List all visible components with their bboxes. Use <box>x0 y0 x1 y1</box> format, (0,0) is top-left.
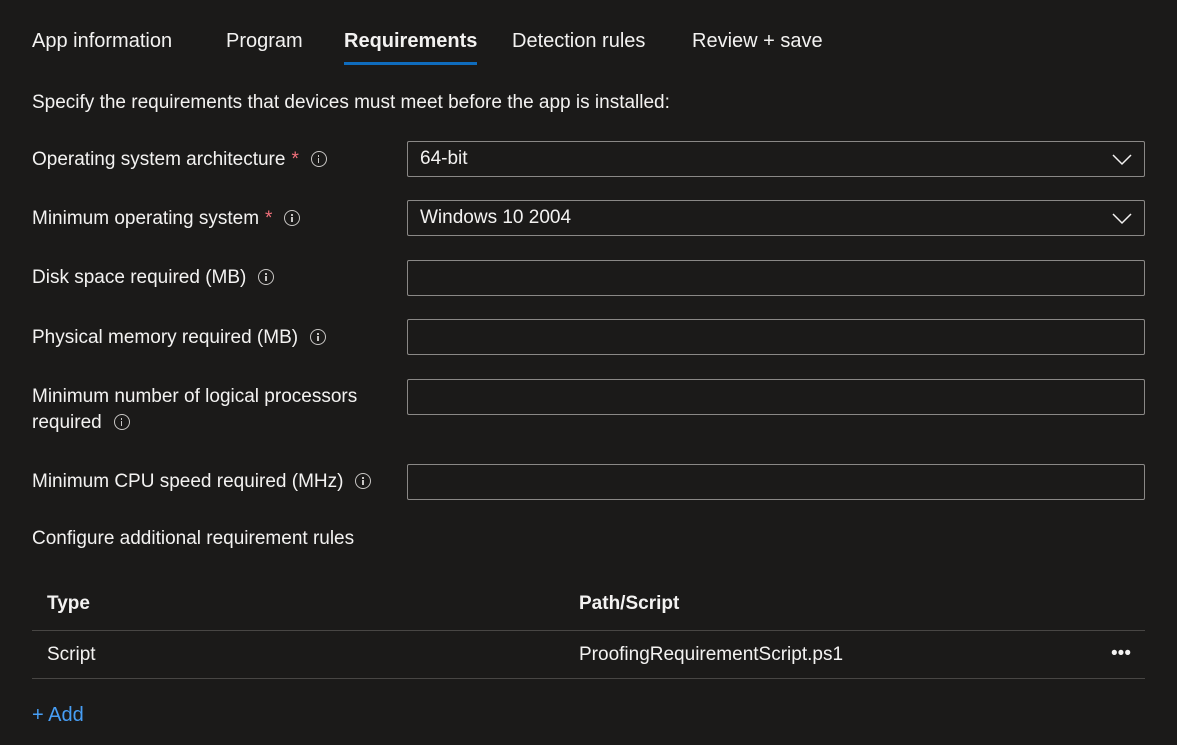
required-asterisk: * <box>265 208 273 229</box>
info-icon[interactable] <box>355 473 372 489</box>
requirement-rules-table: Type Path/Script Script ProofingRequirem… <box>32 580 1145 679</box>
logical-processors-label-line2: required <box>32 412 102 433</box>
tab-app-information[interactable]: App information <box>32 30 172 65</box>
os-architecture-label-text: Operating system architecture <box>32 149 286 170</box>
logical-processors-label-line1: Minimum number of logical processors <box>32 386 358 407</box>
table-row[interactable]: Script ProofingRequirementScript.ps1 ••• <box>32 631 1145 679</box>
info-icon[interactable] <box>310 151 327 167</box>
logical-processors-label-line2-wrap: required <box>32 410 357 436</box>
tab-detection-rules[interactable]: Detection rules <box>512 30 645 65</box>
min-os-label-text: Minimum operating system <box>32 208 260 229</box>
os-architecture-label: Operating system architecture * <box>32 147 327 173</box>
chevron-down-icon <box>1112 213 1132 225</box>
info-icon[interactable] <box>310 329 327 345</box>
tab-review-save[interactable]: Review + save <box>692 30 823 65</box>
physical-memory-input[interactable] <box>407 319 1145 355</box>
min-os-dropdown[interactable]: Windows 10 2004 <box>407 200 1145 236</box>
cpu-speed-label-text: Minimum CPU speed required (MHz) <box>32 471 344 492</box>
disk-space-label-text: Disk space required (MB) <box>32 267 247 288</box>
additional-rules-title: Configure additional requirement rules <box>32 528 355 549</box>
min-os-value: Windows 10 2004 <box>420 207 572 228</box>
required-asterisk: * <box>291 149 299 170</box>
chevron-down-icon <box>1112 154 1132 166</box>
info-icon[interactable] <box>284 210 301 226</box>
intro-text: Specify the requirements that devices mu… <box>32 92 670 113</box>
tab-requirements[interactable]: Requirements <box>344 30 478 65</box>
physical-memory-label: Physical memory required (MB) <box>32 325 327 351</box>
add-rule-link[interactable]: + Add <box>32 704 84 727</box>
info-icon[interactable] <box>258 269 275 285</box>
row-path: ProofingRequirementScript.ps1 <box>579 644 844 665</box>
row-type: Script <box>47 644 96 665</box>
cpu-speed-label: Minimum CPU speed required (MHz) <box>32 469 372 495</box>
column-header-type[interactable]: Type <box>47 593 90 615</box>
tab-program[interactable]: Program <box>226 30 303 65</box>
more-actions-icon[interactable]: ••• <box>1111 643 1131 665</box>
cpu-speed-input[interactable] <box>407 464 1145 500</box>
column-header-path-script[interactable]: Path/Script <box>579 593 679 615</box>
logical-processors-label: Minimum number of logical processors req… <box>32 384 357 436</box>
os-architecture-value: 64-bit <box>420 148 468 169</box>
physical-memory-label-text: Physical memory required (MB) <box>32 327 299 348</box>
disk-space-input[interactable] <box>407 260 1145 296</box>
logical-processors-input[interactable] <box>407 379 1145 415</box>
table-header-row: Type Path/Script <box>32 580 1145 631</box>
min-os-label: Minimum operating system * <box>32 206 301 232</box>
os-architecture-dropdown[interactable]: 64-bit <box>407 141 1145 177</box>
disk-space-label: Disk space required (MB) <box>32 265 275 291</box>
info-icon[interactable] <box>113 414 130 430</box>
